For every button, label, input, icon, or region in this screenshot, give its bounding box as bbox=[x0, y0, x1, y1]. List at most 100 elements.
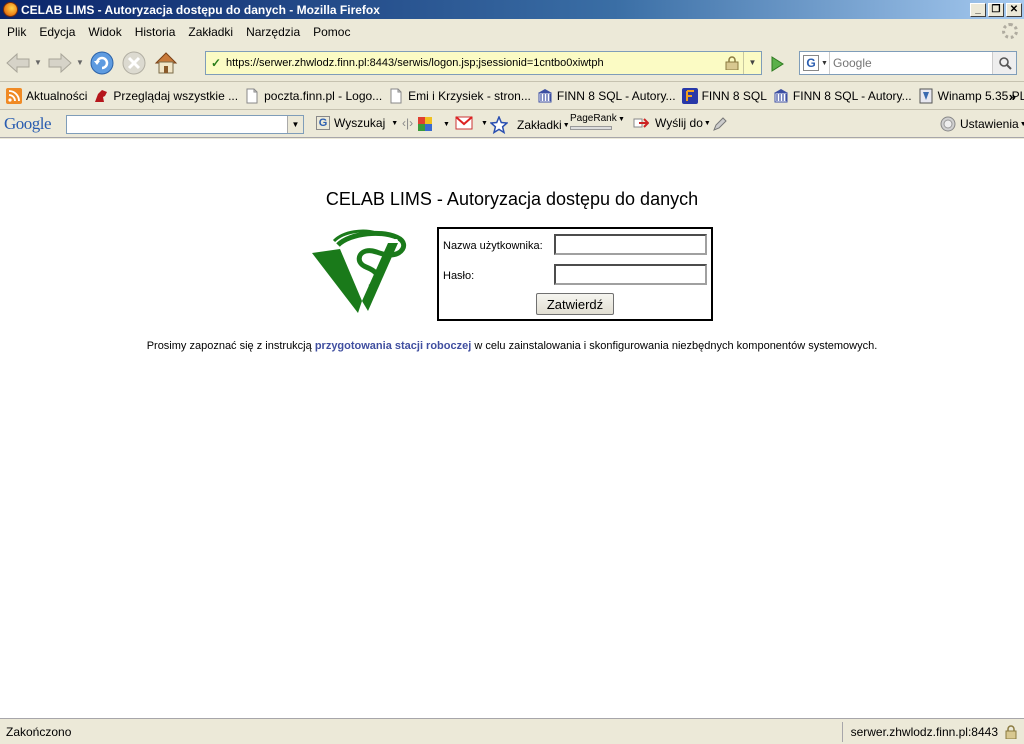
bookmarks-toolbar: Aktualności Przeglądaj wszystkie ... poc… bbox=[0, 83, 1024, 110]
forward-arrow-icon bbox=[48, 52, 72, 73]
google-search-button[interactable]: G Wyszukaj ▼ bbox=[316, 116, 398, 130]
search-engine-selector[interactable]: G ▼ bbox=[800, 52, 830, 74]
winamp-icon bbox=[919, 88, 933, 104]
username-input[interactable] bbox=[554, 234, 707, 255]
settings-button[interactable]: Ustawienia ▼ bbox=[940, 116, 1024, 132]
popup-dropdown-icon[interactable]: ▼ bbox=[443, 121, 450, 128]
combo-dropdown-icon[interactable]: ▼ bbox=[287, 116, 303, 133]
site-favicon-icon: ✓ bbox=[210, 56, 222, 70]
back-arrow-icon bbox=[6, 52, 30, 73]
settings-dropdown-icon[interactable]: ▼ bbox=[1020, 121, 1024, 128]
stallion-icon bbox=[95, 90, 108, 102]
google-logo[interactable]: Google bbox=[4, 114, 60, 134]
password-input[interactable] bbox=[554, 264, 707, 285]
page-icon bbox=[390, 88, 402, 104]
send-to-button[interactable]: Wyślij do ▼ bbox=[633, 116, 711, 130]
page-content: CELAB LIMS - Autoryzacja dostępu do dany… bbox=[0, 139, 1024, 718]
password-label: Hasło: bbox=[443, 270, 475, 282]
ssl-lock-icon[interactable] bbox=[723, 56, 741, 70]
google-engine-icon: G bbox=[803, 55, 819, 71]
send-arrow-icon bbox=[633, 118, 649, 128]
login-form: Nazwa użytkownika: Hasło: Zatwierdź bbox=[437, 227, 713, 321]
page-title: CELAB LIMS - Autoryzacja dostępu do dany… bbox=[325, 189, 699, 209]
menu-tools[interactable]: Narzędzia bbox=[241, 25, 308, 39]
address-bar[interactable]: ✓ https://serwer.zhwlodz.finn.pl:8443/se… bbox=[205, 51, 762, 75]
search-dropdown-icon[interactable]: ▼ bbox=[391, 120, 398, 127]
google-toolbar: Google ▼ G Wyszukaj ▼ ‹|› ▼ ▼ Zakładki ▼… bbox=[0, 110, 1024, 138]
pagerank-dropdown-icon[interactable]: ▼ bbox=[618, 116, 625, 123]
workstation-setup-link[interactable]: przygotowania stacji roboczej bbox=[315, 340, 471, 352]
window-title-bar[interactable]: CELAB LIMS - Autoryzacja dostępu do dany… bbox=[0, 0, 1024, 19]
forward-button[interactable] bbox=[46, 49, 74, 77]
url-text[interactable]: https://serwer.zhwlodz.finn.pl:8443/serw… bbox=[226, 57, 723, 69]
menu-file[interactable]: Plik bbox=[2, 25, 34, 39]
engine-dropdown-icon: ▼ bbox=[821, 59, 828, 67]
finn-icon bbox=[681, 88, 698, 104]
search-button[interactable] bbox=[992, 52, 1016, 74]
username-label: Nazwa użytkownika: bbox=[443, 240, 543, 252]
back-button[interactable] bbox=[4, 49, 32, 77]
bookmark-item[interactable]: Przeglądaj wszystkie ... bbox=[93, 88, 238, 104]
google-search-combo[interactable]: ▼ bbox=[66, 115, 304, 134]
building-icon bbox=[773, 89, 788, 103]
search-input[interactable] bbox=[830, 56, 992, 70]
menu-bar: Plik Edycja Widok Historia Zakładki Narz… bbox=[0, 19, 1024, 44]
bookmarks-dropdown-icon[interactable]: ▼ bbox=[563, 122, 570, 129]
menu-history[interactable]: Historia bbox=[130, 25, 184, 39]
status-host[interactable]: serwer.zhwlodz.finn.pl:8443 bbox=[841, 721, 1024, 742]
magnifier-icon bbox=[998, 57, 1012, 70]
google-bookmarks-button[interactable]: Zakładki ▼ bbox=[490, 116, 570, 134]
popup-blocker-button[interactable]: ▼ bbox=[417, 116, 450, 132]
celab-logo-icon bbox=[312, 229, 407, 313]
gmail-icon bbox=[455, 116, 473, 130]
highlight-icon[interactable]: ‹|› bbox=[402, 116, 413, 130]
google-logo-text: Google bbox=[4, 113, 52, 133]
page-icon bbox=[246, 88, 258, 104]
go-button[interactable] bbox=[766, 54, 788, 74]
throbber-icon bbox=[1002, 23, 1018, 39]
reload-button[interactable] bbox=[88, 49, 116, 77]
pagerank-indicator[interactable]: PageRank bbox=[570, 114, 617, 130]
bookmarks-overflow-chevron[interactable]: » bbox=[1009, 89, 1016, 104]
minimize-button[interactable]: _ bbox=[970, 2, 986, 17]
home-button[interactable] bbox=[152, 49, 180, 77]
bookmark-item[interactable]: Aktualności bbox=[6, 88, 87, 104]
home-icon bbox=[154, 51, 178, 73]
rss-icon bbox=[6, 88, 22, 104]
secure-lock-icon[interactable] bbox=[1004, 724, 1018, 739]
menu-help[interactable]: Pomoc bbox=[308, 25, 358, 39]
firefox-icon bbox=[3, 2, 18, 17]
bookmark-item[interactable]: FINN 8 SQL - Autory... bbox=[537, 88, 676, 104]
gmail-button[interactable]: ▼ bbox=[455, 116, 488, 130]
window-controls: _ ❐ ✕ bbox=[970, 2, 1022, 17]
bookmark-item[interactable]: poczta.finn.pl - Logo... bbox=[244, 88, 382, 104]
google-g-icon: G bbox=[316, 116, 330, 130]
gmail-dropdown-icon[interactable]: ▼ bbox=[481, 120, 488, 127]
menu-bookmarks[interactable]: Zakładki bbox=[183, 25, 241, 39]
back-history-dropdown[interactable]: ▼ bbox=[34, 58, 42, 67]
stop-button[interactable] bbox=[120, 49, 148, 77]
pagerank-bar bbox=[570, 126, 612, 130]
search-box: G ▼ bbox=[799, 51, 1017, 75]
settings-circle-icon bbox=[940, 116, 956, 132]
puzzle-icon bbox=[418, 117, 432, 131]
status-text: Zakończono bbox=[6, 724, 72, 739]
window-title: CELAB LIMS - Autoryzacja dostępu do dany… bbox=[21, 2, 380, 17]
url-history-dropdown[interactable]: ▼ bbox=[743, 52, 761, 74]
send-dropdown-icon[interactable]: ▼ bbox=[704, 120, 711, 127]
navigation-toolbar: ▼ ▼ ✓ https://serwer.zhwlodz.finn.pl:844… bbox=[0, 44, 1024, 82]
star-icon bbox=[490, 116, 508, 134]
status-bar: Zakończono serwer.zhwlodz.finn.pl:8443 bbox=[0, 718, 1024, 744]
submit-button[interactable]: Zatwierdź bbox=[536, 293, 614, 315]
close-button[interactable]: ✕ bbox=[1006, 2, 1022, 17]
maximize-button[interactable]: ❐ bbox=[988, 2, 1004, 17]
bookmark-item[interactable]: FINN 8 SQL - Autory... bbox=[773, 88, 912, 104]
forward-history-dropdown[interactable]: ▼ bbox=[76, 58, 84, 67]
building-icon bbox=[537, 89, 552, 103]
bookmark-item[interactable]: FINN 8 SQL bbox=[681, 88, 767, 104]
menu-edit[interactable]: Edycja bbox=[34, 25, 83, 39]
reload-icon bbox=[90, 51, 114, 74]
menu-view[interactable]: Widok bbox=[83, 25, 129, 39]
bookmark-item[interactable]: Emi i Krzysiek - stron... bbox=[388, 88, 531, 104]
pencil-icon[interactable] bbox=[712, 116, 728, 132]
